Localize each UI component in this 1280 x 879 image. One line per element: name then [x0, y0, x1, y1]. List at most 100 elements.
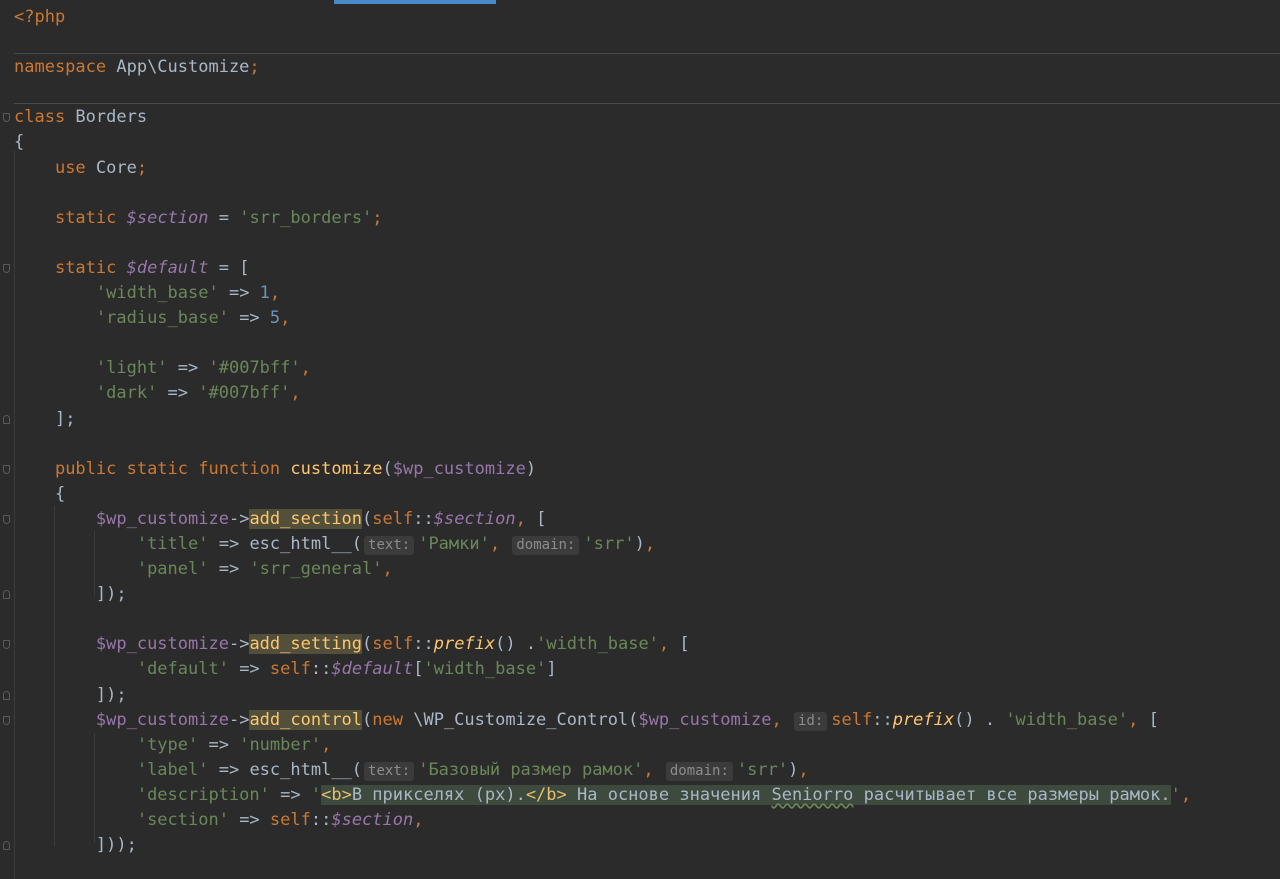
active-tab-indicator[interactable] — [334, 0, 496, 4]
static-method-call: prefix — [433, 634, 496, 655]
variable: $wp_customize — [638, 709, 772, 730]
array-key: 'description' — [136, 784, 270, 805]
variable: $wp_customize — [95, 634, 229, 655]
use-keyword: use — [54, 157, 86, 178]
self-keyword: self — [372, 634, 414, 655]
parameter-hint: text: — [364, 761, 415, 781]
code-line-3: namespace App\Customize; — [14, 57, 260, 78]
static-property: $default — [331, 659, 414, 680]
code-line-17: ]; — [3, 407, 1280, 432]
editor-top-bar — [0, 0, 1280, 4]
self-keyword: self — [372, 508, 414, 529]
function-modifiers: public static function — [54, 458, 281, 479]
code-line-23: 'panel' => 'srr_general', — [136, 559, 393, 580]
fold-icon[interactable] — [3, 514, 10, 524]
method-call: add_section — [249, 508, 363, 529]
code-line-28: ]); — [3, 683, 1280, 708]
code-line-20: { — [14, 482, 1280, 507]
fold-icon[interactable] — [3, 464, 10, 474]
string-literal: 'Базовый размер рамок' — [418, 759, 644, 780]
array-key: 'radius_base' — [95, 308, 229, 329]
code-line-27: 'default' => self::$default['width_base'… — [136, 659, 557, 680]
function-call: esc_html__ — [249, 759, 352, 780]
class-name: Borders — [65, 107, 148, 128]
code-line-16: 'dark' => '#007bff', — [95, 383, 301, 404]
property-name: $default — [126, 257, 209, 278]
string-literal: '#007bff' — [208, 358, 301, 379]
code-line-9: static $section = 'srr_borders'; — [54, 207, 383, 228]
namespace-name: App\Customize — [106, 57, 250, 78]
string-literal: 'srr_general' — [249, 559, 383, 580]
array-key: 'title' — [136, 533, 209, 554]
method-call: add_setting — [249, 634, 363, 655]
string-literal: 'srr' — [736, 759, 789, 780]
code-line-30: 'type' => 'number', — [136, 734, 332, 755]
code-line-21: $wp_customize->add_section(self::$sectio… — [3, 507, 1280, 532]
html-text: На основе значения — [566, 784, 772, 805]
code-line-31: 'label' => esc_html__(text: 'Базовый разм… — [136, 759, 809, 781]
code-line-5: class Borders — [3, 105, 1280, 130]
parameter-hint: id: — [793, 711, 828, 731]
string-literal: 'width_base' — [1005, 709, 1129, 730]
string-quote: ' — [310, 784, 322, 805]
static-method-call: prefix — [892, 709, 955, 730]
brace: { — [54, 483, 66, 504]
code-line-29: $wp_customize->add_control(new \WP_Custo… — [3, 708, 1280, 733]
parameter-hint: text: — [364, 535, 415, 555]
fold-icon[interactable] — [3, 715, 10, 725]
string-literal: 'srr_borders' — [239, 207, 373, 228]
spellcheck-word: Seniorro — [771, 784, 854, 805]
code-line-11: static $default = [ — [3, 256, 1280, 281]
trait-name: Core — [85, 157, 137, 178]
code-line-32: 'description' => '<b>В прикселях (px).</… — [136, 784, 1192, 805]
parameter-hint: domain: — [512, 535, 580, 555]
brace: { — [14, 132, 25, 153]
fold-icon[interactable] — [3, 690, 10, 700]
fold-icon[interactable] — [3, 263, 10, 273]
property-name: $section — [126, 207, 209, 228]
array-key: 'panel' — [136, 559, 209, 580]
fold-icon[interactable] — [3, 640, 10, 650]
php-open-tag: <?php — [14, 7, 66, 27]
self-keyword: self — [269, 810, 311, 830]
static-keyword: static — [54, 207, 117, 228]
string-literal: 'width_base' — [423, 659, 547, 680]
number-literal: 5 — [269, 308, 281, 329]
code-line-15: 'light' => '#007bff', — [95, 358, 311, 379]
code-line-12: 'width_base' => 1, — [95, 283, 281, 304]
editor-gutter — [0, 0, 14, 879]
code-line-34: ])); — [3, 833, 1280, 858]
class-name: \WP_Customize_Control( — [403, 709, 639, 730]
fold-icon[interactable] — [3, 590, 10, 600]
code-editor[interactable]: <?php namespace App\Customize; class Bor… — [3, 5, 1280, 858]
array-key: 'section' — [136, 810, 229, 830]
call-close: ])); — [95, 835, 137, 856]
self-keyword: self — [831, 709, 873, 730]
static-property: $section — [433, 508, 516, 529]
parameter-hint: domain: — [665, 761, 733, 781]
method-call: add_control — [249, 709, 363, 730]
array-key: 'width_base' — [95, 283, 219, 304]
code-line-19: public static function customize($wp_cus… — [3, 457, 1280, 482]
html-tag: <b> — [321, 784, 352, 805]
function-name: customize — [290, 458, 383, 479]
string-literal: 'srr' — [583, 533, 635, 554]
namespace-keyword: namespace — [14, 57, 107, 78]
array-key: 'type' — [136, 734, 199, 755]
array-key: 'default' — [136, 659, 229, 680]
string-literal: 'width_base' — [536, 634, 659, 655]
string-literal: '#007bff' — [198, 383, 291, 404]
variable: $wp_customize — [95, 508, 229, 529]
new-keyword: new — [372, 709, 403, 730]
fold-icon[interactable] — [3, 841, 10, 851]
array-close: ]; — [54, 408, 76, 429]
array-key: 'dark' — [95, 383, 158, 404]
array-key: 'label' — [136, 759, 209, 780]
fold-icon[interactable] — [3, 414, 10, 424]
